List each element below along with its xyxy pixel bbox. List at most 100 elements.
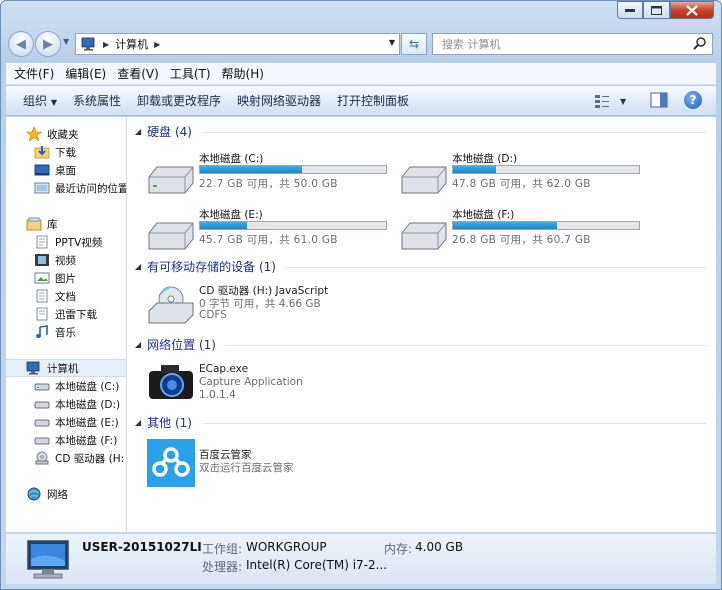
memory-value: 4.00 GB bbox=[415, 540, 464, 554]
document-icon bbox=[36, 307, 48, 321]
menu-tools[interactable]: 工具(T) bbox=[165, 65, 216, 82]
memory-label: 内存: bbox=[384, 542, 413, 556]
collapse-triangle-icon: ◢ bbox=[135, 127, 142, 136]
nav-documents-label: 文档 bbox=[55, 290, 76, 303]
nav-music[interactable]: 音乐 bbox=[34, 324, 76, 340]
hard-drive-icon bbox=[34, 383, 50, 391]
group-title: 其他 (1) bbox=[147, 416, 192, 430]
menu-edit[interactable]: 编辑(E) bbox=[60, 65, 111, 82]
collapse-triangle-icon: ◢ bbox=[135, 340, 142, 349]
nav-drive-d[interactable]: 本地磁盘 (D:) bbox=[34, 396, 120, 412]
network-icon bbox=[27, 487, 41, 501]
nav-pictures-label: 图片 bbox=[55, 272, 76, 285]
cd-drive-filesystem: CDFS bbox=[199, 309, 227, 321]
drive-free-space: 22.7 GB 可用，共 50.0 GB bbox=[199, 178, 338, 190]
nav-pptv-videos[interactable]: PPTV视频 bbox=[34, 234, 102, 250]
group-title: 硬盘 (4) bbox=[147, 125, 192, 139]
hard-drive-icon bbox=[34, 401, 50, 409]
address-bar[interactable]: ▶ 计算机 ▶ ▼ bbox=[75, 33, 400, 55]
cd-drive-item[interactable]: CD 驱动器 (H:) JavaScript 0 字节 可用，共 4.66 GB… bbox=[147, 283, 397, 325]
navigation-pane: 收藏夹 下载 桌面 最近访问的位置 库 PPTV视频 视频 图片 文档 迅雷下载… bbox=[6, 117, 126, 532]
drive-c[interactable]: 本地磁盘 (C:) 22.7 GB 可用，共 50.0 GB bbox=[147, 151, 397, 199]
close-button[interactable] bbox=[670, 1, 714, 19]
preview-pane-button[interactable] bbox=[650, 92, 668, 110]
documents-library-icon bbox=[36, 289, 48, 303]
document-icon bbox=[36, 235, 48, 249]
minimize-button[interactable] bbox=[617, 1, 643, 19]
drive-usage-bar bbox=[452, 221, 640, 230]
maximize-button[interactable] bbox=[643, 1, 670, 19]
group-title: 有可移动存储的设备 (1) bbox=[147, 260, 276, 274]
drive-free-space: 45.7 GB 可用，共 61.0 GB bbox=[199, 234, 338, 246]
nav-computer[interactable]: 计算机 bbox=[26, 360, 79, 376]
address-dropdown-icon[interactable]: ▼ bbox=[389, 38, 395, 47]
back-button[interactable]: ◀ bbox=[8, 31, 34, 57]
library-icon bbox=[26, 217, 42, 231]
baidu-cloud-description: 双击运行百度云管家 bbox=[199, 462, 294, 474]
map-network-drive-button[interactable]: 映射网络驱动器 bbox=[229, 92, 329, 109]
organize-button[interactable]: 组织 ▼ bbox=[6, 92, 65, 109]
group-divider bbox=[203, 132, 707, 133]
refresh-button[interactable]: ⇆ bbox=[401, 33, 427, 55]
search-icon bbox=[693, 37, 706, 50]
nav-cd-drive-label: CD 驱动器 (H: bbox=[55, 452, 125, 465]
menu-file[interactable]: 文件(F) bbox=[9, 65, 59, 82]
computer-icon bbox=[26, 361, 40, 375]
system-properties-button[interactable]: 系统属性 bbox=[65, 92, 129, 109]
open-control-panel-button[interactable]: 打开控制面板 bbox=[329, 92, 417, 109]
nav-thunder-downloads[interactable]: 迅雷下载 bbox=[34, 306, 97, 322]
nav-drive-e[interactable]: 本地磁盘 (E:) bbox=[34, 414, 119, 430]
drive-usage-fill bbox=[200, 166, 302, 173]
group-header-other[interactable]: ◢ 其他 (1) bbox=[135, 414, 192, 431]
menu-view[interactable]: 查看(V) bbox=[112, 65, 164, 82]
hard-drive-icon bbox=[34, 437, 50, 445]
help-button[interactable]: ? bbox=[684, 91, 702, 109]
camera-icon bbox=[149, 365, 193, 399]
menu-help[interactable]: 帮助(H) bbox=[217, 65, 269, 82]
view-options-icon bbox=[595, 95, 609, 108]
workgroup-value: WORKGROUP bbox=[246, 540, 327, 554]
breadcrumb-separator-icon[interactable]: ▶ bbox=[103, 40, 109, 49]
drive-usage-fill bbox=[453, 222, 557, 229]
desktop-icon bbox=[34, 164, 50, 176]
nav-drive-f[interactable]: 本地磁盘 (F:) bbox=[34, 432, 117, 448]
menu-bar: 文件(F) 编辑(E) 查看(V) 工具(T) 帮助(H) bbox=[6, 63, 716, 85]
nav-documents[interactable]: 文档 bbox=[34, 288, 76, 304]
nav-pictures[interactable]: 图片 bbox=[34, 270, 76, 286]
search-input[interactable]: 搜索 计算机 bbox=[432, 33, 713, 55]
nav-cd-drive[interactable]: CD 驱动器 (H: bbox=[34, 450, 124, 466]
baidu-cloud-icon bbox=[147, 439, 195, 487]
nav-pptv-videos-label: PPTV视频 bbox=[55, 236, 103, 249]
drive-e[interactable]: 本地磁盘 (E:) 45.7 GB 可用，共 61.0 GB bbox=[147, 207, 397, 255]
nav-downloads[interactable]: 下载 bbox=[34, 144, 76, 160]
refresh-icon: ⇆ bbox=[408, 37, 420, 51]
nav-drive-c-label: 本地磁盘 (C:) bbox=[55, 380, 120, 393]
nav-favorites[interactable]: 收藏夹 bbox=[26, 126, 79, 142]
network-item-ecap[interactable]: ECap.exe Capture Application 1.0.1.4 bbox=[147, 361, 397, 405]
preview-pane-icon bbox=[650, 92, 668, 108]
recent-pages-button[interactable]: ▼ bbox=[63, 37, 69, 46]
forward-button[interactable]: ▶ bbox=[35, 31, 61, 57]
group-header-removable[interactable]: ◢ 有可移动存储的设备 (1) bbox=[135, 258, 276, 275]
drive-d[interactable]: 本地磁盘 (D:) 47.8 GB 可用，共 62.0 GB bbox=[400, 151, 650, 199]
group-divider bbox=[225, 345, 707, 346]
nav-recent-places[interactable]: 最近访问的位置 bbox=[34, 180, 126, 196]
processor-value: Intel(R) Core(TM) i7-2... bbox=[246, 558, 388, 572]
back-arrow-icon: ◀ bbox=[16, 36, 26, 52]
uninstall-program-button[interactable]: 卸载或更改程序 bbox=[129, 92, 229, 109]
breadcrumb-chevron-icon[interactable]: ▶ bbox=[154, 40, 160, 49]
baidu-cloud-item[interactable]: 百度云管家 双击运行百度云管家 bbox=[147, 439, 397, 487]
change-view-button[interactable]: ▼ bbox=[594, 92, 630, 110]
processor-label: 处理器: bbox=[202, 560, 243, 574]
drive-f[interactable]: 本地磁盘 (F:) 26.8 GB 可用，共 60.7 GB bbox=[400, 207, 650, 255]
nav-desktop[interactable]: 桌面 bbox=[34, 162, 76, 178]
nav-videos[interactable]: 视频 bbox=[34, 252, 76, 268]
cd-drive-icon bbox=[35, 451, 49, 465]
breadcrumb-computer[interactable]: 计算机 bbox=[115, 36, 148, 52]
nav-libraries[interactable]: 库 bbox=[26, 216, 58, 232]
nav-recent-places-label: 最近访问的位置 bbox=[55, 182, 126, 195]
group-header-hard-disks[interactable]: ◢ 硬盘 (4) bbox=[135, 123, 192, 140]
nav-drive-c[interactable]: 本地磁盘 (C:) bbox=[34, 378, 119, 394]
group-header-network[interactable]: ◢ 网络位置 (1) bbox=[135, 336, 216, 353]
nav-network[interactable]: 网络 bbox=[26, 486, 68, 502]
